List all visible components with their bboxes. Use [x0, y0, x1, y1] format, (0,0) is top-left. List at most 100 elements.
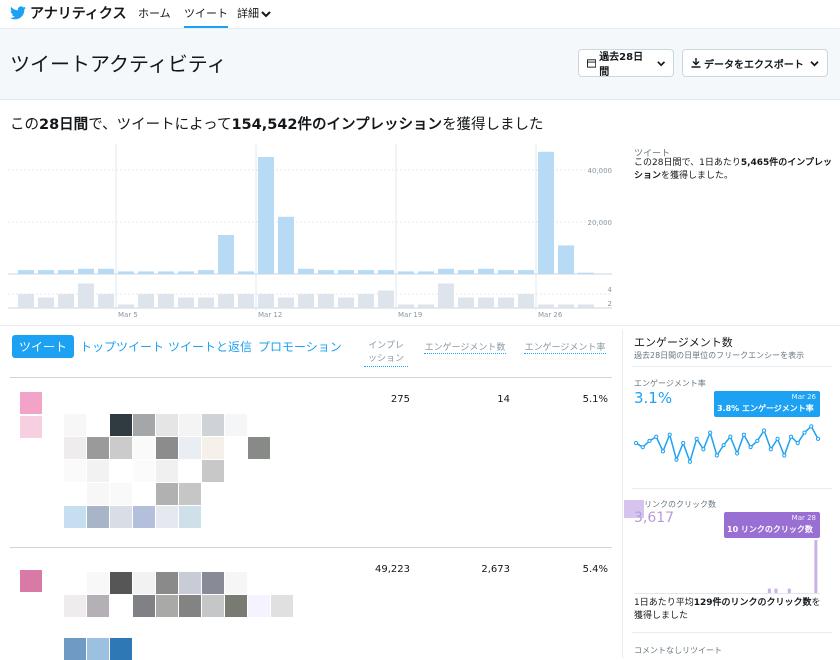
impressions-bar	[438, 268, 454, 274]
page-title: ツイートアクティビティ	[10, 52, 227, 76]
engagements-bar	[178, 297, 194, 308]
click-bar	[814, 540, 818, 594]
table-row[interactable]: 275 14 5.1%	[0, 378, 612, 546]
col-engagement-rate[interactable]: エンゲージメント率	[524, 340, 606, 354]
impressions-bar	[398, 271, 414, 274]
redaction-block	[64, 595, 86, 617]
export-button[interactable]: データをエクスポート	[682, 49, 828, 77]
impressions-bar	[98, 268, 114, 274]
link-clicks-chart[interactable]	[634, 540, 820, 594]
rate-point	[741, 432, 746, 437]
engagements-bar	[138, 294, 154, 308]
engagements-bar	[338, 297, 354, 308]
row-impressions: 275	[390, 394, 410, 405]
redaction-block	[156, 437, 178, 459]
row-engagements: 14	[497, 394, 510, 405]
side-summary-before: この28日間で、1日あたり	[634, 158, 741, 168]
rate-value: 3.1%	[634, 389, 673, 407]
redaction-block	[110, 595, 132, 617]
divider	[632, 488, 832, 489]
chevron-down-icon	[656, 60, 665, 66]
y-tick-label: 40,000	[588, 167, 613, 175]
side-summary-text: この28日間で、1日あたり5,465件のインプレッションを獲得しました。	[634, 157, 834, 183]
col-impressions[interactable]: インプレッション	[364, 340, 408, 367]
col-engagements[interactable]: エンゲージメント数	[424, 340, 506, 354]
page-header: ツイートアクティビティ 過去28日間 データをエクスポート	[0, 28, 840, 100]
engagements-bar	[78, 283, 94, 308]
engagements-bar	[458, 297, 474, 308]
redaction-block	[179, 572, 201, 594]
impressions-bar	[538, 151, 554, 274]
tab-promotion[interactable]: プロモーション	[258, 338, 342, 355]
redaction-block	[110, 437, 132, 459]
x-tick-label: Mar 5	[118, 311, 138, 319]
impressions-bar	[218, 235, 234, 274]
nav-tweets[interactable]: ツイート	[184, 5, 228, 28]
redaction-block	[87, 414, 109, 436]
engagements-bar	[358, 294, 374, 308]
impressions-bar	[38, 270, 54, 274]
redaction-block	[202, 414, 224, 436]
rate-point	[755, 438, 760, 444]
row-impressions: 49,223	[375, 564, 410, 575]
nav-more-label: 詳細	[237, 7, 259, 20]
nav-more[interactable]: 詳細	[237, 5, 271, 21]
redaction-block	[64, 437, 86, 459]
click-summary-bold: 129件のリンクのクリック数	[693, 598, 812, 608]
redaction-block	[225, 572, 247, 594]
impressions-bar	[238, 271, 254, 274]
rate-point	[782, 453, 787, 458]
rate-tooltip: Mar 26 3.8% エンゲージメント率	[714, 391, 820, 417]
nav-home[interactable]: ホーム	[138, 5, 171, 21]
redaction-block	[202, 437, 224, 459]
engagements-bar	[518, 294, 534, 308]
click-summary: 1日あたり平均129件のリンクのクリック数を獲得しました	[634, 597, 824, 623]
redaction-block	[133, 572, 155, 594]
engagement-rate-sparkline[interactable]	[634, 418, 820, 468]
rate-point	[681, 440, 686, 446]
twitter-bird-icon[interactable]	[10, 6, 26, 20]
divider	[0, 325, 840, 326]
impressions-bar	[118, 271, 134, 274]
engagements-bar	[418, 304, 434, 308]
rate-point	[795, 440, 800, 446]
engagements-bar	[398, 304, 414, 308]
redaction-block	[110, 506, 132, 528]
redaction-block	[110, 460, 132, 482]
impressions-bar	[78, 268, 94, 274]
avatar-shadow	[20, 416, 42, 438]
tab-tweets[interactable]: ツイート	[12, 335, 75, 358]
redaction-block	[179, 414, 201, 436]
redaction-block	[110, 414, 132, 436]
table-row[interactable]: 49,223 2,673 5.4%	[0, 548, 612, 660]
period-button[interactable]: 過去28日間	[578, 49, 674, 78]
redaction-block	[202, 460, 224, 482]
tab-top-tweets[interactable]: トップツイート	[80, 338, 164, 355]
redaction-block	[133, 414, 155, 436]
engagements-bar	[118, 304, 134, 308]
impressions-summary: この28日間で、ツイートによって154,542件のインプレッションを獲得しました	[10, 113, 544, 134]
rate-point	[674, 457, 679, 462]
rate-point	[768, 447, 773, 452]
next-metric-label: コメントなしリツイート	[634, 646, 722, 655]
redaction-block	[133, 483, 155, 505]
impressions-bar	[578, 272, 594, 274]
tab-tweets-and-replies[interactable]: ツイートと返信	[168, 338, 252, 355]
rate-point	[815, 436, 820, 441]
row-engagement-rate: 5.4%	[582, 564, 608, 575]
rate-point	[735, 451, 740, 456]
impressions-bar	[338, 270, 354, 274]
rate-point	[701, 447, 706, 452]
period-label: 過去28日間	[599, 52, 644, 78]
redaction-block	[156, 506, 178, 528]
click-label: リンクのクリック数	[644, 500, 716, 509]
impressions-bar	[298, 268, 314, 274]
redaction-block	[87, 460, 109, 482]
app-brand[interactable]: アナリティクス	[30, 3, 126, 23]
redaction-block	[64, 460, 86, 482]
redaction-block	[87, 483, 109, 505]
chevron-down-icon	[810, 60, 819, 66]
redaction-block	[87, 506, 109, 528]
rate-line	[635, 425, 819, 465]
redaction-block	[133, 595, 155, 617]
